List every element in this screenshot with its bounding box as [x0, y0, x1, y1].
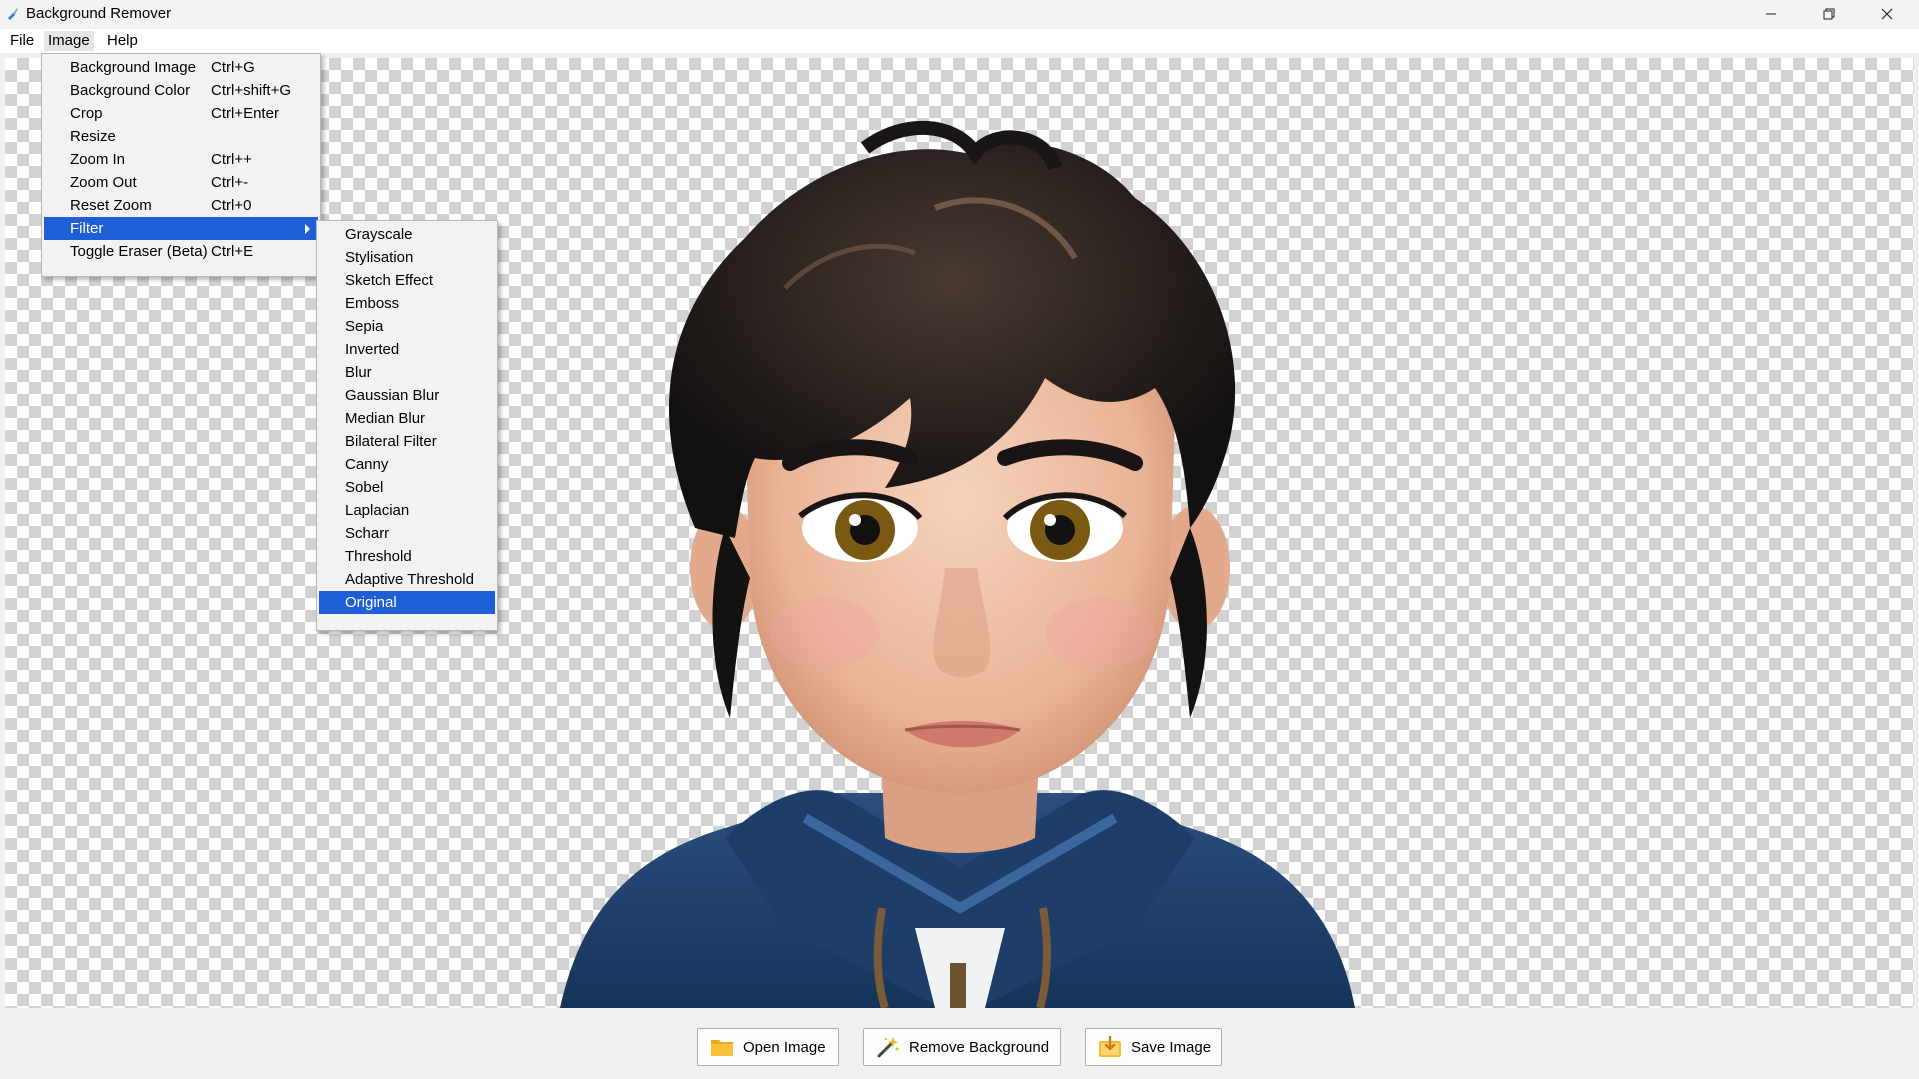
menu-item-label: Toggle Eraser (Beta): [70, 243, 208, 260]
menu-item-label: Laplacian: [345, 502, 410, 519]
filter-item-grayscale[interactable]: Grayscale: [319, 223, 495, 246]
filter-item-inverted[interactable]: Inverted: [319, 338, 495, 361]
menu-item-background-image[interactable]: Background Image Ctrl+G: [44, 56, 318, 79]
remove-background-label: Remove Background: [909, 1038, 1050, 1056]
menu-bar: File Image Help: [0, 29, 1919, 53]
save-image-label: Save Image: [1131, 1038, 1212, 1056]
filter-item-sketch-effect[interactable]: Sketch Effect: [319, 269, 495, 292]
filter-item-median-blur[interactable]: Median Blur: [319, 407, 495, 430]
filter-item-sepia[interactable]: Sepia: [319, 315, 495, 338]
menu-item-label: Sepia: [345, 318, 384, 335]
menu-item-shortcut: Ctrl+0: [211, 197, 252, 214]
menu-item-label: Median Blur: [345, 410, 426, 427]
menu-item-label: Grayscale: [345, 226, 413, 243]
menu-item-label: Background Color: [70, 82, 191, 99]
filter-submenu: Grayscale Stylisation Sketch Effect Embo…: [316, 220, 498, 631]
menu-file[interactable]: File: [6, 31, 38, 51]
menu-item-label: Resize: [70, 128, 116, 145]
menu-item-label: Canny: [345, 456, 389, 473]
app-brush-icon: [8, 8, 18, 20]
menu-item-label: Gaussian Blur: [345, 387, 440, 404]
menu-item-crop[interactable]: Crop Ctrl+Enter: [44, 102, 318, 125]
filter-item-adaptive-threshold[interactable]: Adaptive Threshold: [319, 568, 495, 591]
menu-item-label: Zoom Out: [70, 174, 137, 191]
menu-item-reset-zoom[interactable]: Reset Zoom Ctrl+0: [44, 194, 318, 217]
menu-item-label: Crop: [70, 105, 103, 122]
minimize-button[interactable]: [1742, 0, 1800, 28]
filter-item-original[interactable]: Original: [319, 591, 495, 614]
filter-item-emboss[interactable]: Emboss: [319, 292, 495, 315]
menu-item-zoom-in[interactable]: Zoom In Ctrl++: [44, 148, 318, 171]
menu-item-label: Scharr: [345, 525, 390, 542]
remove-background-button[interactable]: Remove Background: [863, 1028, 1061, 1066]
menu-item-label: Adaptive Threshold: [345, 571, 474, 588]
filter-item-threshold[interactable]: Threshold: [319, 545, 495, 568]
menu-item-label: Zoom In: [70, 151, 126, 168]
menu-item-label: Filter: [70, 220, 104, 237]
open-image-label: Open Image: [743, 1038, 826, 1056]
filter-item-stylisation[interactable]: Stylisation: [319, 246, 495, 269]
filter-item-gaussian-blur[interactable]: Gaussian Blur: [319, 384, 495, 407]
menu-item-label: Blur: [345, 364, 372, 381]
menu-item-shortcut: Ctrl+Enter: [211, 105, 279, 122]
menu-item-label: Bilateral Filter: [345, 433, 437, 450]
menu-item-zoom-out[interactable]: Zoom Out Ctrl+-: [44, 171, 318, 194]
menu-item-label: Inverted: [345, 341, 400, 358]
menu-item-shortcut: Ctrl+-: [211, 174, 249, 191]
filter-item-canny[interactable]: Canny: [319, 453, 495, 476]
menu-item-shortcut: Ctrl+shift+G: [211, 82, 292, 99]
window-title: Background Remover: [26, 5, 172, 22]
menu-item-label: Sketch Effect: [345, 272, 434, 289]
close-button[interactable]: [1858, 0, 1916, 28]
save-image-button[interactable]: Save Image: [1085, 1028, 1222, 1066]
minimize-icon: [1766, 13, 1776, 15]
filter-item-scharr[interactable]: Scharr: [319, 522, 495, 545]
menu-help[interactable]: Help: [103, 31, 142, 51]
menu-item-label: Emboss: [345, 295, 400, 312]
menu-item-shortcut: Ctrl++: [211, 151, 252, 168]
menu-item-label: Stylisation: [345, 249, 414, 266]
filter-item-bilateral-filter[interactable]: Bilateral Filter: [319, 430, 495, 453]
filter-item-laplacian[interactable]: Laplacian: [319, 499, 495, 522]
restore-button[interactable]: [1800, 0, 1858, 28]
filter-item-blur[interactable]: Blur: [319, 361, 495, 384]
menu-item-background-color[interactable]: Background Color Ctrl+shift+G: [44, 79, 318, 102]
restore-icon: [1823, 8, 1835, 20]
menu-item-label: Original: [345, 594, 397, 611]
menu-item-shortcut: Ctrl+E: [211, 243, 254, 260]
menu-item-label: Sobel: [345, 479, 384, 496]
magic-wand-icon: [877, 1037, 899, 1058]
menu-item-label: Reset Zoom: [70, 197, 152, 214]
close-icon: [1881, 8, 1893, 20]
open-image-button[interactable]: Open Image: [697, 1028, 839, 1066]
title-bar: Background Remover: [0, 0, 1919, 28]
image-menu-dropdown: Background Image Ctrl+G Background Color…: [41, 53, 321, 277]
menu-image[interactable]: Image: [44, 31, 94, 51]
menu-item-label: Background Image: [70, 59, 196, 76]
menu-item-shortcut: Ctrl+G: [211, 59, 255, 76]
menu-item-label: Threshold: [345, 548, 412, 565]
submenu-arrow-icon: [305, 224, 310, 234]
folder-icon: [711, 1040, 733, 1056]
filter-item-sobel[interactable]: Sobel: [319, 476, 495, 499]
save-download-icon: [1099, 1036, 1121, 1057]
menu-item-filter[interactable]: Filter: [44, 217, 318, 240]
menu-item-resize[interactable]: Resize: [44, 125, 318, 148]
menu-item-toggle-eraser[interactable]: Toggle Eraser (Beta) Ctrl+E: [44, 240, 318, 263]
